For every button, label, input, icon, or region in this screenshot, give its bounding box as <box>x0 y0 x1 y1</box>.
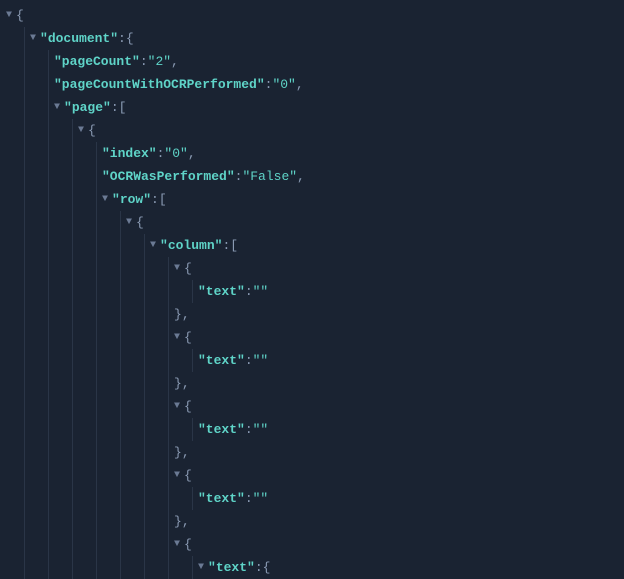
tree-row: }, <box>0 510 624 533</box>
json-key: "column" <box>160 234 222 257</box>
tree-row: }, <box>0 303 624 326</box>
json-punct: , <box>296 73 304 96</box>
tree-row: "text": "" <box>0 349 624 372</box>
json-punct: : <box>222 234 230 257</box>
json-value: "" <box>253 280 269 303</box>
json-punct: , <box>297 165 305 188</box>
indent-guides <box>0 533 192 556</box>
indent-guides <box>0 234 168 257</box>
indent-guides <box>0 556 216 579</box>
tree-row: ▼"column": [ <box>0 234 624 257</box>
tree-row: "text": "" <box>0 418 624 441</box>
json-punct: : <box>265 73 273 96</box>
json-brace: [ <box>119 96 127 119</box>
json-key: "pageCountWithOCRPerformed" <box>54 73 265 96</box>
json-brace: { <box>126 27 134 50</box>
indent-guides <box>0 257 192 280</box>
json-punct: : <box>255 556 263 579</box>
indent-guides <box>0 441 192 464</box>
json-value: "" <box>253 349 269 372</box>
tree-row: "pageCount": "2", <box>0 50 624 73</box>
tree-row: ▼{ <box>0 4 624 27</box>
tree-row: ▼"document": { <box>0 27 624 50</box>
json-punct: : <box>245 349 253 372</box>
tree-row: "OCRWasPerformed": "False", <box>0 165 624 188</box>
indent-guides <box>0 395 192 418</box>
tree-row: ▼{ <box>0 326 624 349</box>
indent-guides <box>0 211 144 234</box>
json-punct: : <box>235 165 243 188</box>
indent-guides <box>0 4 24 27</box>
json-value: "" <box>253 487 269 510</box>
json-brace: [ <box>159 188 167 211</box>
indent-guides <box>0 326 192 349</box>
indent-guides <box>0 372 192 395</box>
tree-row: ▼{ <box>0 464 624 487</box>
json-punct: : <box>157 142 165 165</box>
tree-row: "text": "" <box>0 280 624 303</box>
tree-row: ▼"row": [ <box>0 188 624 211</box>
tree-row: "text": "" <box>0 487 624 510</box>
indent-guides <box>0 349 216 372</box>
json-key: "document" <box>40 27 118 50</box>
tree-row: ▼"text": { <box>0 556 624 579</box>
indent-guides <box>0 188 120 211</box>
tree-row: ▼{ <box>0 211 624 234</box>
tree-row: ▼"page": [ <box>0 96 624 119</box>
tree-row: "index": "0", <box>0 142 624 165</box>
json-punct: : <box>140 50 148 73</box>
indent-guides <box>0 280 216 303</box>
json-brace: [ <box>230 234 238 257</box>
tree-row: ▼{ <box>0 395 624 418</box>
json-brace: { <box>263 556 271 579</box>
json-value: "0" <box>272 73 295 96</box>
json-punct: , <box>188 142 196 165</box>
json-punct: : <box>118 27 126 50</box>
indent-guides <box>0 96 72 119</box>
indent-guides <box>0 165 120 188</box>
tree-row: "pageCountWithOCRPerformed": "0", <box>0 73 624 96</box>
json-value: "0" <box>164 142 187 165</box>
json-punct: : <box>245 280 253 303</box>
tree-row: }, <box>0 372 624 395</box>
indent-guides <box>0 142 120 165</box>
json-value: "" <box>253 418 269 441</box>
indent-guides <box>0 510 192 533</box>
tree-row: ▼{ <box>0 533 624 556</box>
indent-guides <box>0 464 192 487</box>
json-punct: : <box>111 96 119 119</box>
indent-guides <box>0 418 216 441</box>
indent-guides <box>0 73 72 96</box>
json-value: "False" <box>242 165 297 188</box>
json-value: "2" <box>148 50 171 73</box>
json-punct: : <box>151 188 159 211</box>
json-punct: : <box>245 487 253 510</box>
indent-guides <box>0 487 216 510</box>
tree-row: ▼{ <box>0 119 624 142</box>
json-key: "OCRWasPerformed" <box>102 165 235 188</box>
indent-guides <box>0 27 48 50</box>
tree-row: ▼{ <box>0 257 624 280</box>
json-punct: , <box>171 50 179 73</box>
json-punct: : <box>245 418 253 441</box>
tree-row: }, <box>0 441 624 464</box>
indent-guides <box>0 303 192 326</box>
json-tree-viewer: ▼{▼"document": {"pageCount": "2","pageCo… <box>0 4 624 579</box>
indent-guides <box>0 119 96 142</box>
indent-guides <box>0 50 72 73</box>
